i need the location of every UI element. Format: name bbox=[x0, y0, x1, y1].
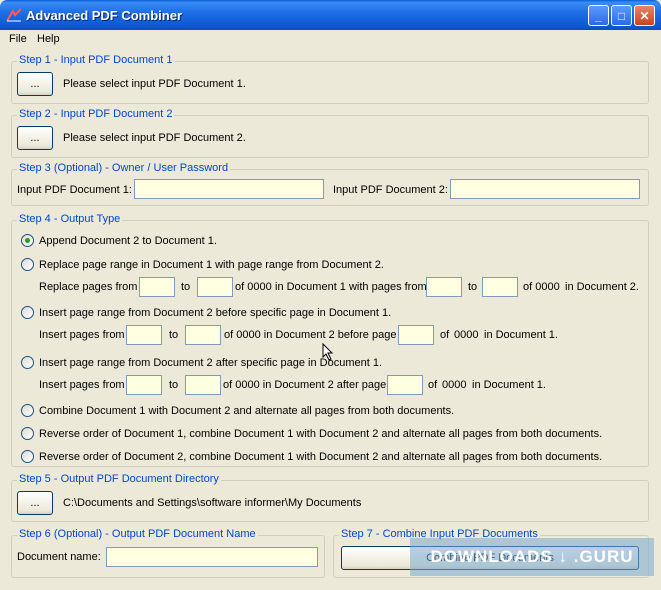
insert-before-in-doc1-label: in Document 1. bbox=[484, 329, 558, 341]
insert-after-page-field[interactable] bbox=[387, 375, 423, 395]
replace-in-doc2-label: in Document 2. bbox=[565, 281, 639, 293]
replace-of1-label: of 0000 bbox=[235, 281, 272, 293]
output-type-label-replace: Replace page range in Document 1 with pa… bbox=[39, 259, 384, 271]
watermark-logo: DOWNLOADS ↓ .GURU bbox=[410, 538, 654, 576]
replace-doc1-to-field[interactable] bbox=[197, 277, 233, 297]
insert-after-to-field[interactable] bbox=[185, 375, 221, 395]
title-bar[interactable]: Advanced PDF Combiner _ □ ✕ bbox=[0, 0, 661, 30]
insert-after-in-doc1-label: in Document 1. bbox=[472, 379, 546, 391]
mouse-cursor-icon bbox=[322, 343, 334, 361]
step5-group: Step 5 - Output PDF Document Directory .… bbox=[11, 473, 649, 522]
step6-legend: Step 6 (Optional) - Output PDF Document … bbox=[17, 528, 258, 540]
output-type-radio-append[interactable] bbox=[21, 234, 34, 247]
insert-after-count: 0000 bbox=[442, 379, 467, 391]
output-type-label-alternate: Combine Document 1 with Document 2 and a… bbox=[39, 405, 455, 417]
insert-after-to-label: to bbox=[169, 379, 179, 391]
step3-doc1-password-field[interactable] bbox=[134, 179, 324, 199]
replace-with-label: in Document 1 with pages from bbox=[275, 281, 427, 293]
insert-before-count: 0000 bbox=[454, 329, 479, 341]
step3-doc2-label: Input PDF Document 2: bbox=[333, 184, 448, 196]
output-type-radio-replace[interactable] bbox=[21, 258, 34, 271]
window-title: Advanced PDF Combiner bbox=[26, 8, 183, 23]
step2-status: Please select input PDF Document 2. bbox=[63, 132, 246, 144]
insert-after-of-label: of bbox=[428, 379, 438, 391]
menu-file[interactable]: File bbox=[9, 33, 27, 45]
minimize-button[interactable]: _ bbox=[588, 5, 609, 26]
output-type-label-append: Append Document 2 to Document 1. bbox=[39, 235, 217, 247]
step4-legend: Step 4 - Output Type bbox=[17, 213, 123, 225]
menu-bar: File Help bbox=[0, 30, 661, 49]
step3-doc2-password-field[interactable] bbox=[450, 179, 640, 199]
step3-doc1-label: Input PDF Document 1: bbox=[17, 184, 132, 196]
step5-browse-button[interactable]: ... bbox=[17, 491, 53, 515]
insert-before-to-label: to bbox=[169, 329, 179, 341]
replace-to2-label: to bbox=[468, 281, 478, 293]
output-directory-path: C:\Documents and Settings\software infor… bbox=[63, 497, 362, 509]
step2-group: Step 2 - Input PDF Document 2 ... Please… bbox=[11, 108, 649, 158]
insert-before-to-field[interactable] bbox=[185, 325, 221, 345]
insert-after-from-label: Insert pages from bbox=[39, 379, 125, 391]
insert-before-from-label: Insert pages from bbox=[39, 329, 125, 341]
replace-doc2-from-field[interactable] bbox=[426, 277, 462, 297]
replace-of2-label: of 0000 bbox=[523, 281, 560, 293]
step1-status: Please select input PDF Document 1. bbox=[63, 78, 246, 90]
step3-group: Step 3 (Optional) - Owner / User Passwor… bbox=[11, 162, 649, 206]
insert-before-of-label: of bbox=[440, 329, 450, 341]
output-type-radio-insert-after[interactable] bbox=[21, 356, 34, 369]
output-type-radio-reverse-doc1[interactable] bbox=[21, 427, 34, 440]
document-name-field[interactable] bbox=[106, 547, 318, 567]
step2-legend: Step 2 - Input PDF Document 2 bbox=[17, 108, 175, 120]
step2-browse-button[interactable]: ... bbox=[17, 126, 53, 150]
replace-to1-label: to bbox=[181, 281, 191, 293]
output-type-label-reverse-doc2: Reverse order of Document 2, combine Doc… bbox=[39, 451, 603, 463]
maximize-button[interactable]: □ bbox=[611, 5, 632, 26]
output-type-radio-alternate[interactable] bbox=[21, 404, 34, 417]
output-type-radio-reverse-doc2[interactable] bbox=[21, 450, 34, 463]
step5-legend: Step 5 - Output PDF Document Directory bbox=[17, 473, 221, 485]
app-icon bbox=[6, 8, 22, 22]
output-type-label-reverse-doc1: Reverse order of Document 1, combine Doc… bbox=[39, 428, 603, 440]
insert-before-of-doc2-label: of 0000 in Document 2 before page bbox=[224, 329, 397, 341]
output-type-radio-insert-before[interactable] bbox=[21, 306, 34, 319]
insert-after-of-doc2-label: of 0000 in Document 2 after page bbox=[223, 379, 387, 391]
output-type-label-insert-before: Insert page range from Document 2 before… bbox=[39, 307, 392, 319]
insert-after-from-field[interactable] bbox=[126, 375, 162, 395]
step3-legend: Step 3 (Optional) - Owner / User Passwor… bbox=[17, 162, 231, 174]
replace-from-label: Replace pages from bbox=[39, 281, 138, 293]
document-name-label: Document name: bbox=[17, 551, 101, 563]
replace-doc2-to-field[interactable] bbox=[482, 277, 518, 297]
step6-group: Step 6 (Optional) - Output PDF Document … bbox=[11, 528, 325, 578]
step1-browse-button[interactable]: ... bbox=[17, 72, 53, 96]
close-button[interactable]: ✕ bbox=[634, 5, 655, 26]
menu-help[interactable]: Help bbox=[37, 33, 60, 45]
replace-doc1-from-field[interactable] bbox=[139, 277, 175, 297]
insert-before-from-field[interactable] bbox=[126, 325, 162, 345]
step1-group: Step 1 - Input PDF Document 1 ... Please… bbox=[11, 54, 649, 104]
insert-before-page-field[interactable] bbox=[398, 325, 434, 345]
step1-legend: Step 1 - Input PDF Document 1 bbox=[17, 54, 175, 66]
